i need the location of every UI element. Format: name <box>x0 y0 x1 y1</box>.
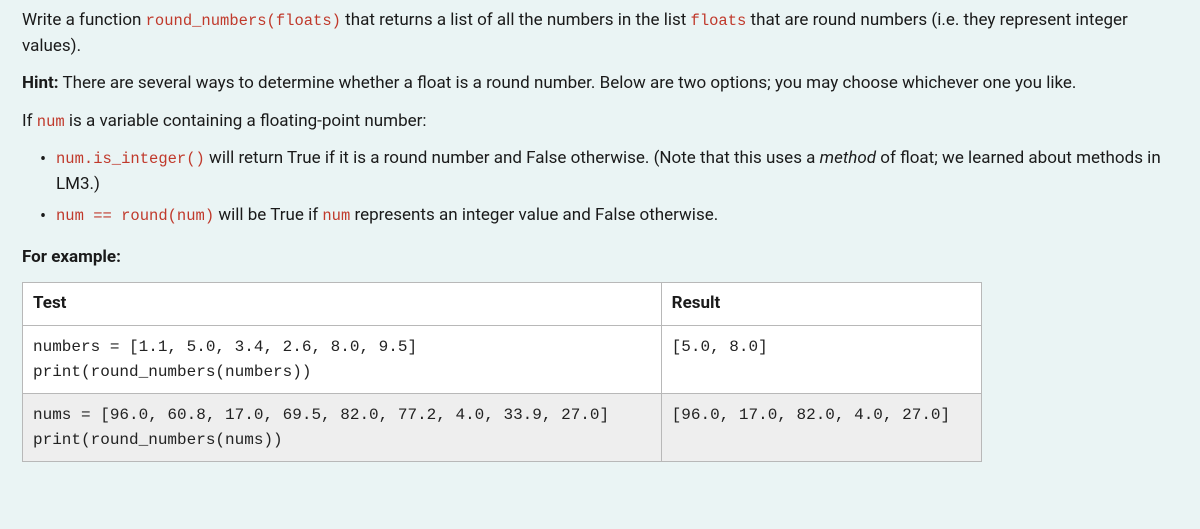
col-header-result: Result <box>661 283 981 326</box>
cell-result: [96.0, 17.0, 82.0, 4.0, 27.0] <box>661 393 981 461</box>
bullet-2: num == round(num) will be True if num re… <box>40 203 1178 229</box>
hint-text: There are several ways to determine whet… <box>59 73 1077 93</box>
test-code: numbers = [1.1, 5.0, 3.4, 2.6, 8.0, 9.5]… <box>33 338 417 382</box>
table-row: nums = [96.0, 60.8, 17.0, 69.5, 82.0, 77… <box>23 393 982 461</box>
example-label: For example: <box>22 245 1178 271</box>
table-header-row: Test Result <box>23 283 982 326</box>
test-code: nums = [96.0, 60.8, 17.0, 69.5, 82.0, 77… <box>33 406 609 450</box>
example-table: Test Result numbers = [1.1, 5.0, 3.4, 2.… <box>22 282 982 462</box>
cell-result: [5.0, 8.0] <box>661 325 981 393</box>
if-line: If num is a variable containing a floati… <box>22 109 1178 135</box>
intro-text-mid: that returns a list of all the numbers i… <box>341 10 691 30</box>
code-is-integer: num.is_integer() <box>56 150 205 168</box>
bullet-1-em: method <box>820 148 876 168</box>
result-code: [5.0, 8.0] <box>672 338 768 356</box>
code-num: num <box>37 113 65 131</box>
if-post: is a variable containing a floating-poin… <box>65 111 427 131</box>
cell-test: numbers = [1.1, 5.0, 3.4, 2.6, 8.0, 9.5]… <box>23 325 662 393</box>
bullet-2-mid: will be True if <box>214 205 322 225</box>
intro-text-pre: Write a function <box>22 10 146 30</box>
cell-test: nums = [96.0, 60.8, 17.0, 69.5, 82.0, 77… <box>23 393 662 461</box>
hint-bullet-list: num.is_integer() will return True if it … <box>22 146 1178 229</box>
code-round-eq: num == round(num) <box>56 207 214 225</box>
bullet-1-text1: will return True if it is a round number… <box>205 148 820 168</box>
bullet-2-post: represents an integer value and False ot… <box>350 205 718 225</box>
result-code: [96.0, 17.0, 82.0, 4.0, 27.0] <box>672 406 950 424</box>
table-row: numbers = [1.1, 5.0, 3.4, 2.6, 8.0, 9.5]… <box>23 325 982 393</box>
code-num-2: num <box>322 207 350 225</box>
hint-paragraph: Hint: There are several ways to determin… <box>22 71 1178 97</box>
bullet-1: num.is_integer() will return True if it … <box>40 146 1178 197</box>
question-body: Write a function round_numbers(floats) t… <box>0 0 1200 484</box>
col-header-test: Test <box>23 283 662 326</box>
code-param-floats: floats <box>691 12 747 30</box>
intro-paragraph: Write a function round_numbers(floats) t… <box>22 8 1178 59</box>
if-pre: If <box>22 111 37 131</box>
code-function-signature: round_numbers(floats) <box>146 12 341 30</box>
hint-label: Hint: <box>22 73 59 93</box>
